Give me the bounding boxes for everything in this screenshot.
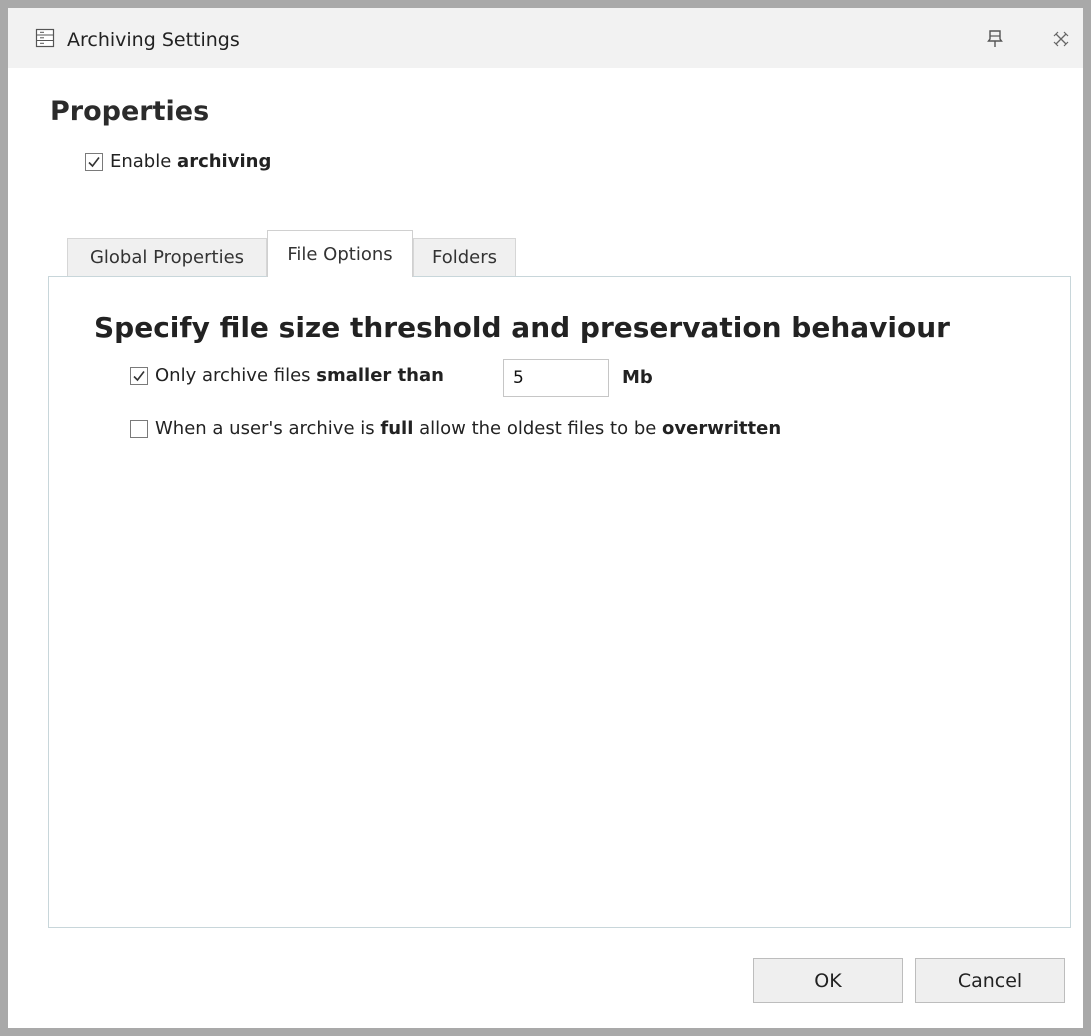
cancel-button[interactable]: Cancel xyxy=(915,958,1065,1003)
overwrite-bold-2: overwritten xyxy=(662,418,782,439)
enable-archiving-label: Enable archiving xyxy=(110,151,271,172)
close-button[interactable] xyxy=(1046,24,1076,54)
tab-global-properties[interactable]: Global Properties xyxy=(67,238,267,276)
tab-file-options[interactable]: File Options xyxy=(267,230,413,277)
tab-folders[interactable]: Folders xyxy=(413,238,516,276)
settings-list-icon xyxy=(35,28,55,48)
size-limit-text: Only archive files xyxy=(155,365,317,386)
properties-heading: Properties xyxy=(50,96,210,127)
enable-label-bold: archiving xyxy=(177,151,272,172)
overwrite-option[interactable]: When a user's archive is full allow the … xyxy=(130,418,781,439)
pin-button[interactable] xyxy=(980,24,1010,54)
overwrite-bold-1: full xyxy=(380,418,414,439)
enable-archiving-checkbox[interactable] xyxy=(85,152,103,171)
enable-archiving-option[interactable]: Enable archiving xyxy=(85,151,271,172)
overwrite-text-2: allow the oldest files to be xyxy=(413,418,663,439)
file-options-panel: Specify file size threshold and preserva… xyxy=(48,276,1071,928)
pin-icon xyxy=(987,30,1003,47)
checkmark-icon xyxy=(133,370,145,381)
size-limit-label: Only archive files smaller than xyxy=(155,365,444,386)
size-limit-option[interactable]: Only archive files smaller than xyxy=(130,365,444,386)
size-limit-input[interactable] xyxy=(503,359,609,397)
checkmark-icon xyxy=(88,156,100,167)
overwrite-text-1: When a user's archive is xyxy=(155,418,381,439)
close-icon xyxy=(1053,31,1069,47)
size-limit-bold: smaller than xyxy=(316,365,444,386)
window-title: Archiving Settings xyxy=(67,29,240,51)
file-options-title: Specify file size threshold and preserva… xyxy=(94,311,950,344)
ok-button[interactable]: OK xyxy=(753,958,903,1003)
size-limit-checkbox[interactable] xyxy=(130,366,148,385)
title-bar: Archiving Settings xyxy=(8,0,1083,68)
size-unit-label: Mb xyxy=(622,367,653,388)
enable-label-text: Enable xyxy=(110,151,178,172)
overwrite-label: When a user's archive is full allow the … xyxy=(155,418,781,439)
archiving-settings-dialog: Archiving Settings Properties Enable arc… xyxy=(0,0,1091,1036)
overwrite-checkbox[interactable] xyxy=(130,419,148,438)
